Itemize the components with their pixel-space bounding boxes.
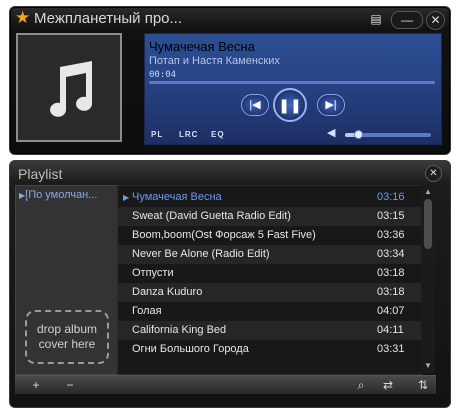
track-duration: 03:15 xyxy=(377,210,405,222)
album-cover-drop-zone[interactable]: drop album cover here xyxy=(25,310,109,364)
volume-knob[interactable] xyxy=(353,130,363,139)
add-track-button[interactable]: + xyxy=(25,376,47,394)
equalizer-toggle[interactable]: EQ xyxy=(211,130,225,139)
volume-icon[interactable]: ◀ xyxy=(327,126,335,139)
lyrics-toggle[interactable]: LRC xyxy=(179,130,198,139)
app-title: Межпланетный про... xyxy=(34,10,183,27)
scroll-thumb[interactable] xyxy=(424,199,432,249)
playlist-window: Playlist ✕ ▶[По умолчан... drop album co… xyxy=(9,160,451,408)
player-screen: Чумачечая Весна Потап и Настя Каменских … xyxy=(144,33,442,145)
track-title: Огни Большого Города xyxy=(132,343,249,355)
seek-bar[interactable] xyxy=(149,81,435,84)
track-title: Never Be Alone (Radio Edit) xyxy=(132,248,270,260)
volume-slider[interactable] xyxy=(345,130,431,139)
scroll-down-icon[interactable]: ▼ xyxy=(423,361,433,371)
next-button[interactable]: ▶| xyxy=(317,94,345,116)
track-duration: 04:07 xyxy=(377,305,405,317)
remove-track-button[interactable]: − xyxy=(59,376,81,394)
search-button[interactable]: ⌕ xyxy=(350,376,372,394)
track-duration: 03:16 xyxy=(377,191,405,203)
repeat-button[interactable]: ⇄ xyxy=(377,376,399,394)
playlist-list-label: [По умолчан... xyxy=(25,189,98,201)
scroll-up-icon[interactable]: ▲ xyxy=(423,187,433,197)
track-title: Чумачечая Весна xyxy=(132,191,222,203)
playlist-toggle[interactable]: PL xyxy=(151,130,163,139)
track-title: Danza Kuduro xyxy=(132,286,203,298)
artist-name: Потап и Настя Каменских xyxy=(149,55,280,67)
track-duration: 03:31 xyxy=(377,343,405,355)
track-duration: 04:11 xyxy=(377,324,404,336)
playlist-toolbar: + − ⌕ ⇄ ⇅ xyxy=(15,375,436,394)
elapsed-time: 00:04 xyxy=(149,70,177,80)
track-row[interactable]: Отпусти 03:18 xyxy=(118,264,421,283)
track-list: ▶ Чумачечая Весна 03:16 Sweat (David Guetta… xyxy=(117,185,422,375)
sort-button[interactable]: ⇅ xyxy=(412,376,434,394)
player-window: ★ Межпланетный про... ▤ — ✕ Чумачечая Ве… xyxy=(9,6,451,155)
track-row[interactable]: Голая 04:07 xyxy=(118,302,421,321)
album-art xyxy=(16,33,122,142)
title-bar[interactable]: ★ Межпланетный про... ▤ — ✕ xyxy=(10,7,450,31)
track-row[interactable]: California King Bed 04:11 xyxy=(118,321,421,340)
playlist-title: Playlist xyxy=(18,166,63,182)
playlists-panel: ▶[По умолчан... drop album cover here xyxy=(15,185,118,375)
track-title: Голая xyxy=(132,305,162,317)
close-button[interactable]: ✕ xyxy=(426,11,445,30)
previous-button[interactable]: |◀ xyxy=(241,94,269,116)
song-title: Чумачечая Весна xyxy=(149,39,255,54)
now-playing-icon: ▶ xyxy=(123,193,130,202)
playlist-list-item[interactable]: ▶[По умолчан... xyxy=(19,189,97,201)
document-icon[interactable]: ▤ xyxy=(370,11,382,27)
play-pause-button[interactable]: ❚❚ xyxy=(273,88,307,122)
track-duration: 03:34 xyxy=(377,248,405,260)
track-duration: 03:18 xyxy=(377,267,405,279)
track-row[interactable]: ▶ Чумачечая Весна 03:16 xyxy=(118,188,421,207)
track-title: Boom,boom(Ost Форсаж 5 Fast Five) xyxy=(132,229,316,241)
minimize-button[interactable]: — xyxy=(391,11,423,29)
track-row[interactable]: Never Be Alone (Radio Edit) 03:34 xyxy=(118,245,421,264)
track-title: Отпусти xyxy=(132,267,174,279)
track-title: California King Bed xyxy=(132,324,227,336)
track-row[interactable]: Boom,boom(Ost Форсаж 5 Fast Five) 03:36 xyxy=(118,226,421,245)
track-row[interactable]: Огни Большого Города 03:31 xyxy=(118,340,421,359)
track-duration: 03:18 xyxy=(377,286,405,298)
playlist-close-button[interactable]: ✕ xyxy=(425,165,442,182)
star-logo-icon: ★ xyxy=(15,8,31,27)
track-row[interactable]: Sweat (David Guetta Radio Edit) 03:15 xyxy=(118,207,421,226)
track-title: Sweat (David Guetta Radio Edit) xyxy=(132,210,291,222)
track-duration: 03:36 xyxy=(377,229,405,241)
track-row[interactable]: Danza Kuduro 03:18 xyxy=(118,283,421,302)
scrollbar[interactable]: ▲ ▼ xyxy=(421,185,435,373)
music-note-icon xyxy=(50,61,93,117)
